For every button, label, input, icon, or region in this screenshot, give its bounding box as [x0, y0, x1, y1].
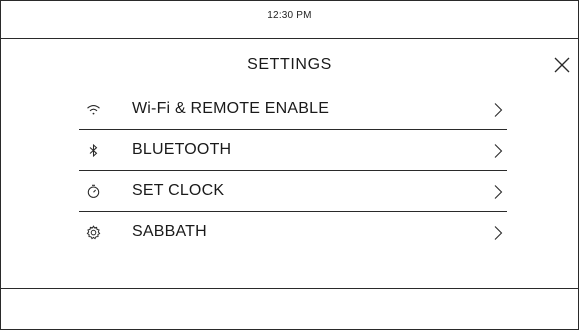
settings-screen: 12:30 PM SETTINGS Wi-Fi & REMOTE ENABLE: [0, 0, 579, 330]
menu-item-label: Wi-Fi & REMOTE ENABLE: [132, 100, 330, 117]
menu-item-label: SABBATH: [132, 223, 207, 240]
status-bar: 12:30 PM: [1, 0, 578, 39]
menu-item-label: BLUETOOTH: [132, 141, 232, 158]
settings-menu: Wi-Fi & REMOTE ENABLE BLUETOOTH SET CLOC…: [79, 89, 507, 252]
chevron-right-icon: [494, 185, 503, 199]
clock-time: 12:30 PM: [267, 10, 312, 21]
wifi-icon: [87, 105, 100, 115]
close-icon: [554, 57, 570, 73]
menu-item-set-clock[interactable]: SET CLOCK: [79, 171, 507, 212]
gear-icon: [86, 225, 101, 240]
menu-item-sabbath[interactable]: SABBATH: [79, 212, 507, 252]
close-button[interactable]: [553, 56, 571, 74]
menu-item-bluetooth[interactable]: BLUETOOTH: [79, 130, 507, 171]
chevron-right-icon: [494, 226, 503, 240]
menu-item-wifi-remote-enable[interactable]: Wi-Fi & REMOTE ENABLE: [79, 89, 507, 130]
timer-icon: [87, 184, 100, 198]
bluetooth-icon: [89, 143, 98, 158]
chevron-right-icon: [494, 103, 503, 117]
chevron-right-icon: [494, 144, 503, 158]
menu-item-label: SET CLOCK: [132, 182, 225, 199]
page-title: SETTINGS: [247, 56, 332, 73]
bottom-bar: [1, 288, 578, 330]
